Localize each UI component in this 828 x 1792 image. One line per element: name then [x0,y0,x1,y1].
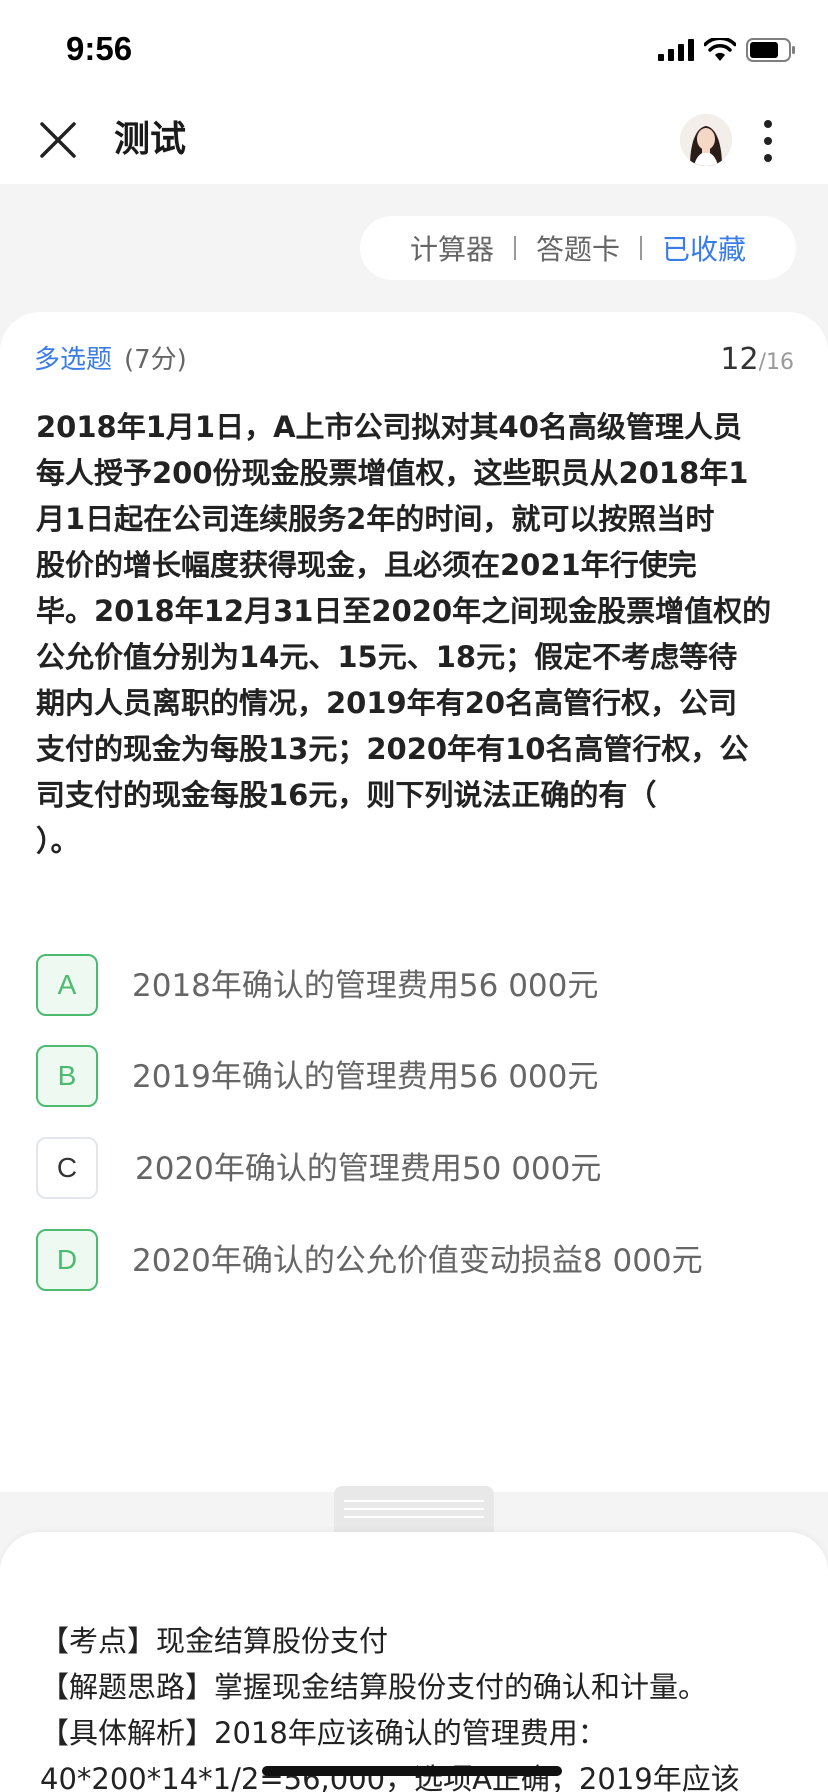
option-c[interactable]: C 2020年确认的管理费用50 000元 [36,1137,796,1201]
analysis-line: 【具体解析】2018年应该确认的管理费用： [40,1716,607,1750]
status-icons [658,36,796,64]
wifi-icon [704,38,736,61]
stem-line: 毕。2018年12月31日至2020年之间现金股票增值权的 [36,594,772,628]
option-text: 2020年确认的公允价值变动损益8 000元 [132,1243,703,1279]
stem-line: 月1日起在公司连续服务2年的时间，就可以按照当时 [36,502,715,536]
divider [640,236,642,260]
option-letter: D [36,1229,98,1291]
total-question-count: /16 [758,350,794,375]
analysis-panel [0,1532,828,1792]
option-text: 2020年确认的管理费用50 000元 [135,1151,602,1187]
tools-bar: 计算器 答题卡 已收藏 [360,216,796,280]
page-title: 测试 [114,119,187,160]
question-stem: 2018年1月1日，A上市公司拟对其40名高级管理人员 每人授予200份现金股票… [36,404,796,864]
analysis-line: 【考点】现金结算股份支付 [40,1624,389,1658]
question-progress: 12/16 [720,340,794,383]
stem-line: 每人授予200份现金股票增值权，这些职员从2018年1 [36,456,749,490]
current-question-number: 12 [720,342,759,377]
stem-line: ）。 [36,824,80,858]
answer-card-button[interactable]: 答题卡 [536,228,620,268]
more-options-icon[interactable] [756,118,780,164]
divider [513,236,516,260]
avatar[interactable] [680,114,732,166]
status-time: 9:56 [66,30,133,67]
avatar-image [680,114,732,166]
option-text: 2019年确认的管理费用56 000元 [132,1059,599,1095]
question-type: 多选题 [34,345,113,375]
question-score: (7分) [124,345,187,375]
stem-line: 股价的增长幅度获得现金，且必须在2021年行使完 [36,548,697,582]
option-letter: B [36,1045,98,1107]
battery-icon [746,38,795,62]
favorite-button[interactable]: 已收藏 [662,228,746,268]
stem-line: 期内人员离职的情况，2019年有20名高管行权，公司 [36,686,738,720]
stem-line: 司支付的现金每股16元，则下列说法正确的有（ [36,778,657,812]
analysis-drag-handle[interactable] [334,1486,494,1534]
analysis-line: 【解题思路】掌握现金结算股份支付的确认和计量。 [40,1670,708,1704]
stem-line: 2018年1月1日，A上市公司拟对其40名高级管理人员 [36,410,742,444]
calculator-button[interactable]: 计算器 [410,228,494,268]
home-indicator[interactable] [262,1766,562,1776]
option-d[interactable]: D 2020年确认的公允价值变动损益8 000元 [36,1229,796,1293]
option-letter: C [36,1137,98,1199]
close-icon[interactable] [36,118,80,162]
option-a[interactable]: A 2018年确认的管理费用56 000元 [36,954,796,1018]
signal-icon [658,39,694,61]
stem-line: 公允价值分别为14元、15元、18元；假定不考虑等待 [36,640,738,674]
option-b[interactable]: B 2019年确认的管理费用56 000元 [36,1045,796,1109]
stem-line: 支付的现金为每股13元；2020年有10名高管行权，公 [36,732,749,766]
option-letter: A [36,954,98,1016]
option-text: 2018年确认的管理费用56 000元 [132,968,599,1004]
